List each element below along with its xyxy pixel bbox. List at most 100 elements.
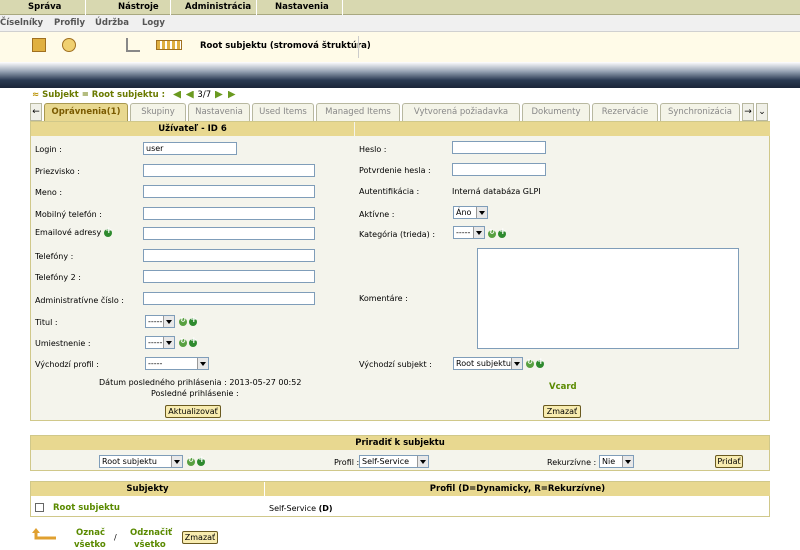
kategoria-value: ----- xyxy=(456,228,471,237)
priezvisko-input[interactable] xyxy=(143,164,315,177)
umiestnenie-select[interactable]: ----- xyxy=(145,336,175,349)
subjekt-value: Root subjektu xyxy=(456,359,511,368)
check-all-link-2[interactable]: všetko xyxy=(74,540,106,550)
tab-skupiny[interactable]: Skupiny xyxy=(130,103,186,121)
menu-divider xyxy=(342,0,343,15)
chevron-down-icon xyxy=(171,456,182,467)
telefony2-input[interactable] xyxy=(143,270,315,283)
last-record-icon[interactable] xyxy=(227,90,236,99)
add-icon[interactable] xyxy=(536,357,545,368)
titul-label: Titul : xyxy=(35,318,58,327)
menu-divider xyxy=(85,0,86,15)
delete-button[interactable]: Zmazať xyxy=(543,405,581,418)
refresh-icon[interactable] xyxy=(179,337,187,347)
last-login2-label: Posledné prihlásenie : xyxy=(151,389,239,398)
kategoria-label: Kategória (trieda) : xyxy=(359,230,436,239)
row-checkbox[interactable] xyxy=(35,503,44,512)
titul-select[interactable]: ----- xyxy=(145,315,175,328)
tab-vytvorena-poziadavka[interactable]: Vytvorená požiadavka xyxy=(402,103,520,121)
telefony-input[interactable] xyxy=(143,249,315,262)
form-header: Užívateľ - ID 6 xyxy=(31,122,354,136)
row-subjekt-link[interactable]: Root subjektu xyxy=(53,503,120,513)
admin-cislo-input[interactable] xyxy=(143,292,315,305)
kategoria-select[interactable]: ----- xyxy=(453,226,485,239)
profil-select[interactable]: ----- xyxy=(145,357,209,370)
assign-subjekt-select[interactable]: Root subjektu xyxy=(99,455,183,468)
tab-scroll-left-icon[interactable]: ← xyxy=(30,103,42,121)
tab-rezervacie[interactable]: Rezervácie xyxy=(592,103,658,121)
chevron-down-icon xyxy=(163,316,174,327)
first-record-icon[interactable] xyxy=(173,90,182,99)
add-email-icon[interactable] xyxy=(104,226,113,237)
menu-nastavenia[interactable]: Nastavenia xyxy=(275,2,329,12)
tab-nastavenia[interactable]: Nastavenia xyxy=(188,103,250,121)
telefony-label: Telefóny : xyxy=(35,252,74,261)
breadcrumb-text[interactable]: Subjekt = Root subjektu : xyxy=(42,90,165,100)
record-nav: 3/7 xyxy=(172,90,237,100)
uncheck-all-link-2[interactable]: všetko xyxy=(134,540,166,550)
next-record-icon[interactable] xyxy=(214,90,223,99)
chart-icon[interactable] xyxy=(156,40,182,50)
update-button[interactable]: Aktualizovať xyxy=(165,405,221,418)
menu-sprava[interactable]: Správa xyxy=(28,2,61,12)
email-input[interactable] xyxy=(143,227,315,240)
breadcrumb: ≈ Subjekt = Root subjektu : 3/7 xyxy=(32,90,237,100)
rekurzivne-select[interactable]: Nie xyxy=(599,455,634,468)
meno-label: Meno : xyxy=(35,188,63,197)
auth-label: Autentifikácia : xyxy=(359,187,420,196)
assign-profil-select[interactable]: Self-Service xyxy=(359,455,429,468)
toolbar: Root subjektu (stromová štruktúra) xyxy=(0,32,800,62)
heslo-input[interactable] xyxy=(452,141,546,154)
submenu-profily[interactable]: Profily xyxy=(54,18,85,28)
row-profil: Self-Service (D) xyxy=(269,504,333,513)
subjekt-label: Východzí subjekt : xyxy=(359,360,432,369)
tab-scroll-right-icon[interactable]: → xyxy=(742,103,754,121)
menu-nastroje[interactable]: Nástroje xyxy=(118,2,159,12)
uncheck-all-link[interactable]: Odznačiť xyxy=(130,528,172,538)
submenu-logy[interactable]: Logy xyxy=(142,18,165,28)
submenu-udrzba[interactable]: Údržba xyxy=(95,18,129,28)
mobil-input[interactable] xyxy=(143,207,315,220)
form-header-right xyxy=(355,122,770,136)
add-icon[interactable] xyxy=(189,336,198,347)
komentare-textarea[interactable] xyxy=(477,248,739,349)
add-icon[interactable] xyxy=(498,227,507,238)
profil-label: Východzí profil : xyxy=(35,360,99,369)
add-icon[interactable] xyxy=(32,38,46,52)
vcard-link[interactable]: Vcard xyxy=(549,382,577,392)
prev-record-icon[interactable] xyxy=(185,90,194,99)
umiestnenie-value: ----- xyxy=(148,338,163,347)
menu-administracia[interactable]: Administrácia xyxy=(185,2,251,12)
refresh-icon[interactable] xyxy=(488,228,496,238)
chevron-down-icon xyxy=(197,358,208,369)
submenu-ciselniky[interactable]: Číselníky xyxy=(0,18,43,28)
toolbar-title: Root subjektu (stromová štruktúra) xyxy=(200,41,371,51)
tab-synchronizacia[interactable]: Synchronizácia xyxy=(660,103,740,121)
top-menu: Správa Nástroje Administrácia Nastavenia xyxy=(0,0,800,15)
refresh-icon[interactable] xyxy=(526,358,534,368)
tab-list-icon[interactable]: ⌄ xyxy=(756,103,768,121)
rekurzivne-value: Nie xyxy=(602,457,616,466)
add-button[interactable]: Pridať xyxy=(715,455,743,468)
meno-input[interactable] xyxy=(143,185,315,198)
search-icon[interactable] xyxy=(62,38,76,52)
row-profil-value: Self-Service xyxy=(269,504,317,513)
check-all-link[interactable]: Označ xyxy=(76,528,105,538)
tab-managed-items[interactable]: Managed Items xyxy=(316,103,400,121)
arrow-up-left-icon xyxy=(32,528,56,540)
refresh-icon[interactable] xyxy=(179,316,187,326)
tab-dokumenty[interactable]: Dokumenty xyxy=(522,103,590,121)
refresh-icon[interactable] xyxy=(187,456,195,466)
priezvisko-label: Priezvisko : xyxy=(35,167,80,176)
add-icon[interactable] xyxy=(197,455,206,466)
tab-opravnenia[interactable]: Oprávnenia(1) xyxy=(44,103,128,121)
login-input[interactable]: user xyxy=(143,142,237,155)
subjekt-select[interactable]: Root subjektu xyxy=(453,357,523,370)
edit-icon[interactable] xyxy=(126,38,140,52)
footer-delete-button[interactable]: Zmazať xyxy=(182,531,218,544)
potvrdenie-input[interactable] xyxy=(452,163,546,176)
profil-value: ----- xyxy=(148,359,163,368)
add-icon[interactable] xyxy=(189,315,198,326)
tab-used-items[interactable]: Used Items xyxy=(252,103,314,121)
aktivne-select[interactable]: Áno xyxy=(453,206,488,219)
